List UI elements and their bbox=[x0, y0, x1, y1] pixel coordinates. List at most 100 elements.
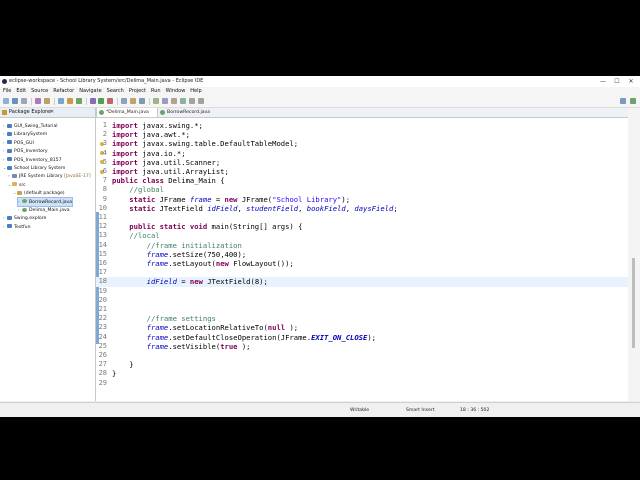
tree-item-label: (default package) bbox=[24, 191, 65, 197]
package-explorer-icon bbox=[2, 110, 7, 115]
forward-icon[interactable] bbox=[198, 98, 204, 104]
menu-help[interactable]: Help bbox=[190, 87, 201, 96]
code-line[interactable]: 29 bbox=[96, 379, 628, 388]
toggle-mark-icon[interactable] bbox=[153, 98, 159, 104]
tree-item[interactable]: › Swing.explore bbox=[3, 214, 46, 222]
tree-item[interactable]: › LibrarySystem bbox=[3, 130, 47, 138]
toolbar-separator bbox=[31, 98, 32, 105]
tree-item[interactable]: › JRE System Library [JavaSE-17] bbox=[8, 172, 91, 180]
new-java-project-icon[interactable] bbox=[58, 98, 64, 104]
code-token: .setLocationRelativeTo( bbox=[168, 323, 268, 333]
code-line[interactable]: 8 //global bbox=[96, 185, 628, 194]
debug-icon[interactable] bbox=[35, 98, 41, 104]
code-line[interactable]: 13 //local bbox=[96, 231, 628, 240]
tree-item[interactable]: › POS_GUI bbox=[3, 139, 34, 147]
prev-annotation-icon[interactable] bbox=[171, 98, 177, 104]
package-explorer-tab[interactable]: Package Explorer ✕ bbox=[0, 108, 95, 118]
save-all-icon[interactable] bbox=[21, 98, 27, 104]
code-line[interactable]: 14 //frame initialization bbox=[96, 241, 628, 250]
menu-window[interactable]: Window bbox=[166, 87, 186, 96]
code-line[interactable]: 10 static JTextField idField, studentFie… bbox=[96, 204, 628, 213]
tree-item[interactable]: › Testfun bbox=[3, 223, 31, 231]
code-line[interactable]: 6 import java.util.ArrayList; bbox=[96, 167, 628, 176]
menu-refactor[interactable]: Refactor bbox=[53, 87, 74, 96]
toolbar-separator bbox=[117, 98, 118, 105]
tree-item[interactable]: ⌄ (default package) bbox=[13, 189, 65, 197]
code-text: frame.setSize(750,400); bbox=[112, 250, 247, 259]
new-class-icon[interactable] bbox=[76, 98, 82, 104]
code-line[interactable]: 23 frame.setLocationRelativeTo(null ); bbox=[96, 323, 628, 332]
code-line[interactable]: 5 import java.util.Scanner; bbox=[96, 158, 628, 167]
menu-project[interactable]: Project bbox=[129, 87, 146, 96]
search-tools-icon[interactable] bbox=[139, 98, 145, 104]
next-annotation-icon[interactable] bbox=[162, 98, 168, 104]
code-line[interactable]: 25 frame.setVisible(true ); bbox=[96, 342, 628, 351]
run-icon[interactable] bbox=[98, 98, 104, 104]
menu-file[interactable]: File bbox=[3, 87, 11, 96]
project-icon bbox=[7, 140, 12, 145]
tree-item[interactable]: › GUI_Swing_Tutorial bbox=[3, 122, 58, 130]
vertical-scrollbar[interactable] bbox=[628, 108, 640, 401]
tree-item[interactable]: › POS_Inventory bbox=[3, 147, 48, 155]
code-text: } bbox=[112, 369, 116, 378]
code-line[interactable]: 3 import javax.swing.table.DefaultTableMo… bbox=[96, 139, 628, 148]
code-line[interactable]: 24 frame.setDefaultCloseOperation(JFrame… bbox=[96, 333, 628, 342]
tree-item[interactable]: › BorrowRecord.java bbox=[16, 196, 74, 207]
open-type-icon[interactable] bbox=[121, 98, 127, 104]
code-line[interactable]: 2 import java.awt.*; bbox=[96, 130, 628, 139]
code-line[interactable]: 7 public class Delima_Main { bbox=[96, 176, 628, 185]
menu-edit[interactable]: Edit bbox=[16, 87, 26, 96]
scrollbar-thumb[interactable] bbox=[632, 258, 635, 348]
code-line[interactable]: 20 bbox=[96, 296, 628, 305]
code-line[interactable]: 22 //frame settings bbox=[96, 314, 628, 323]
editor-tab-label: BorrowRecord.java bbox=[167, 110, 211, 115]
menu-run[interactable]: Run bbox=[151, 87, 161, 96]
tree-item[interactable]: ⌄ src bbox=[8, 181, 26, 189]
code-line[interactable]: 15 frame.setSize(750,400); bbox=[96, 250, 628, 259]
line-number: 6 bbox=[102, 167, 107, 175]
tree-item[interactable]: › Delima_Main.java bbox=[18, 206, 70, 214]
code-line[interactable]: 26 bbox=[96, 351, 628, 360]
code-line[interactable]: 9 static JFrame frame = new JFrame("Scho… bbox=[96, 195, 628, 204]
close-icon[interactable]: ✕ bbox=[50, 108, 54, 117]
menu-navigate[interactable]: Navigate bbox=[79, 87, 101, 96]
menu-search[interactable]: Search bbox=[107, 87, 124, 96]
tree-item[interactable]: › POS_Inventory_8157 bbox=[3, 156, 62, 164]
open-perspective-icon[interactable] bbox=[620, 98, 626, 104]
open-task-icon[interactable] bbox=[130, 98, 136, 104]
tree-item-label: Delima_Main.java bbox=[29, 208, 70, 213]
code-line[interactable]: 17 bbox=[96, 268, 628, 277]
code-text: public static void main(String[] args) { bbox=[112, 222, 302, 231]
code-line[interactable]: 28} bbox=[96, 369, 628, 378]
coverage-icon[interactable] bbox=[107, 98, 113, 104]
code-line[interactable]: 27 } bbox=[96, 360, 628, 369]
minimize-button[interactable]: — bbox=[596, 76, 610, 87]
menu-source[interactable]: Source bbox=[31, 87, 48, 96]
search-icon[interactable] bbox=[44, 98, 50, 104]
code-line[interactable]: 1 import javax.swing.*; bbox=[96, 121, 628, 130]
code-token: Delima_Main { bbox=[168, 176, 225, 186]
save-icon[interactable] bbox=[12, 98, 18, 104]
code-line[interactable]: 11 bbox=[96, 213, 628, 222]
new-icon[interactable] bbox=[3, 98, 9, 104]
editor-tab[interactable]: *Delima_Main.java bbox=[96, 108, 158, 117]
code-line[interactable]: 18 idField = new JTextField(8); bbox=[96, 277, 628, 287]
code-line[interactable]: 4 import java.io.*; bbox=[96, 149, 628, 158]
editor-tab[interactable]: BorrowRecord.java bbox=[158, 108, 216, 117]
code-editor[interactable]: *Delima_Main.java BorrowRecord.java 1 impo… bbox=[96, 108, 628, 401]
code-line[interactable]: 21 bbox=[96, 305, 628, 314]
java-perspective-icon[interactable] bbox=[630, 98, 636, 104]
toolbar-separator bbox=[86, 98, 87, 105]
code-token: = bbox=[211, 194, 225, 204]
code-line[interactable]: 16 frame.setLayout(new FlowLayout()); bbox=[96, 259, 628, 268]
last-edit-icon[interactable] bbox=[180, 98, 186, 104]
new-package-icon[interactable] bbox=[67, 98, 73, 104]
tree-item-label: Swing.explore bbox=[14, 216, 47, 222]
debug-as-icon[interactable] bbox=[90, 98, 96, 104]
code-line[interactable]: 12 public static void main(String[] args… bbox=[96, 222, 628, 231]
maximize-button[interactable]: ☐ bbox=[610, 76, 624, 87]
tree-item[interactable]: ⌄ School Library System bbox=[3, 164, 65, 172]
close-window-button[interactable]: ✕ bbox=[624, 76, 638, 87]
code-line[interactable]: 19 bbox=[96, 287, 628, 296]
back-icon[interactable] bbox=[189, 98, 195, 104]
